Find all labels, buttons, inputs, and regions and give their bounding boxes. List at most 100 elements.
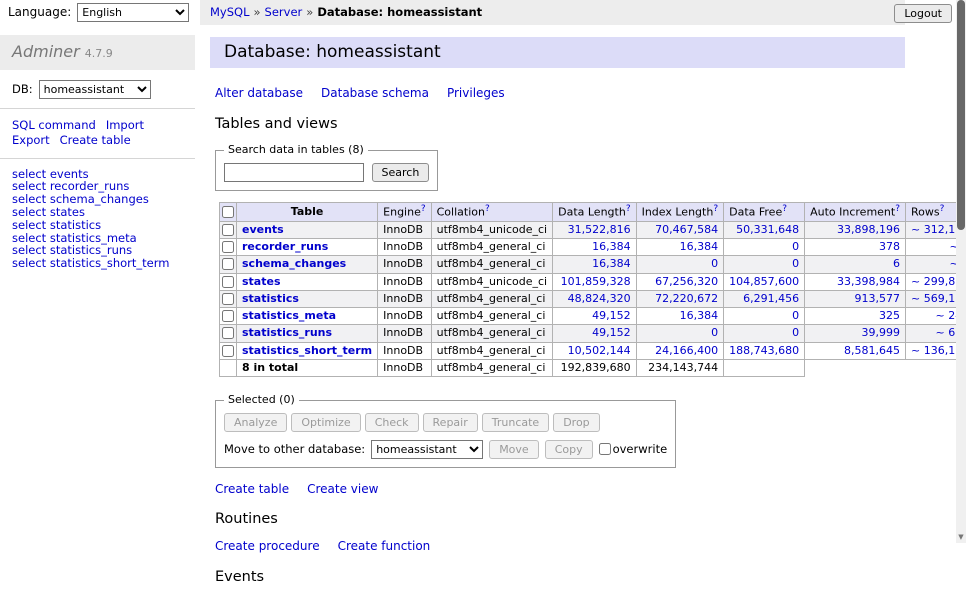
index-length-link[interactable]: 16,384 <box>680 240 719 253</box>
overwrite-checkbox[interactable] <box>599 443 611 455</box>
database-schema-link[interactable]: Database schema <box>321 86 429 100</box>
index-length-link[interactable]: 16,384 <box>680 309 719 322</box>
data-length-link[interactable]: 16,384 <box>592 257 631 270</box>
index-length-link[interactable]: 0 <box>711 326 718 339</box>
db-select[interactable]: homeassistant <box>39 80 151 99</box>
auto-increment-link[interactable]: 6 <box>893 257 900 270</box>
privileges-link[interactable]: Privileges <box>447 86 505 100</box>
auto-increment-link[interactable]: 913,577 <box>855 292 901 305</box>
data-free-cell: 0 <box>724 256 805 273</box>
table-name-link[interactable]: statistics_short_term <box>242 344 372 357</box>
scrollbar-thumb[interactable] <box>957 0 965 230</box>
breadcrumb-mysql-link[interactable]: MySQL <box>210 5 250 19</box>
data-length-link[interactable]: 31,522,816 <box>568 223 631 236</box>
table-name-link[interactable]: recorder_runs <box>242 240 328 253</box>
adminer-logo-link[interactable]: Adminer <box>12 42 80 61</box>
data-length-link[interactable]: 49,152 <box>592 326 631 339</box>
logout-area: Logout <box>894 4 952 23</box>
table-name-link[interactable]: statistics_runs <box>242 326 332 339</box>
index-length-link[interactable]: 72,220,672 <box>655 292 718 305</box>
data-length-link[interactable]: 16,384 <box>592 240 631 253</box>
sql-command-link[interactable]: SQL command <box>12 118 96 132</box>
check-button[interactable]: Check <box>365 413 419 432</box>
data-length-link[interactable]: 101,859,328 <box>561 275 631 288</box>
row-checkbox[interactable] <box>222 224 234 236</box>
help-link[interactable]: ? <box>485 204 490 214</box>
row-checkbox[interactable] <box>222 293 234 305</box>
sidebar: Adminer4.7.9 DB: homeassistant SQL comma… <box>0 35 195 279</box>
logout-button[interactable]: Logout <box>894 4 952 23</box>
data-free-link[interactable]: 0 <box>792 257 799 270</box>
create-procedure-link[interactable]: Create procedure <box>215 539 320 553</box>
index-length-link[interactable]: 0 <box>711 257 718 270</box>
engine-cell: InnoDB <box>378 325 431 342</box>
data-free-link[interactable]: 0 <box>792 240 799 253</box>
app-logo: Adminer4.7.9 <box>0 35 195 70</box>
drop-button[interactable]: Drop <box>553 413 599 432</box>
copy-button[interactable]: Copy <box>545 440 593 459</box>
create-table-link[interactable]: Create table <box>215 482 289 496</box>
help-link[interactable]: ? <box>626 204 631 214</box>
repair-button[interactable]: Repair <box>423 413 478 432</box>
data-length-link[interactable]: 48,824,320 <box>568 292 631 305</box>
auto-increment-link[interactable]: 39,999 <box>862 326 901 339</box>
help-link[interactable]: ? <box>940 204 945 214</box>
truncate-button[interactable]: Truncate <box>482 413 549 432</box>
search-input[interactable] <box>224 163 364 182</box>
auto-increment-link[interactable]: 33,398,984 <box>837 275 900 288</box>
alter-database-link[interactable]: Alter database <box>215 86 303 100</box>
index-length-cell: 16,384 <box>636 238 724 255</box>
selected-actions: AnalyzeOptimize CheckRepairTruncateDrop <box>224 413 667 432</box>
data-free-link[interactable]: 0 <box>792 326 799 339</box>
scrollbar[interactable]: ▼ <box>956 0 966 543</box>
row-checkbox[interactable] <box>222 258 234 270</box>
create-view-link[interactable]: Create view <box>307 482 378 496</box>
help-link[interactable]: ? <box>713 204 718 214</box>
optimize-button[interactable]: Optimize <box>291 413 360 432</box>
help-link[interactable]: ? <box>895 204 900 214</box>
help-link[interactable]: ? <box>782 204 787 214</box>
index-length-link[interactable]: 67,256,320 <box>655 275 718 288</box>
create-table-link[interactable]: Create table <box>60 133 131 147</box>
select-all-checkbox[interactable] <box>222 206 234 218</box>
overwrite-label: overwrite <box>613 442 668 457</box>
table-name-link[interactable]: events <box>242 223 284 236</box>
auto-increment-link[interactable]: 378 <box>879 240 900 253</box>
row-checkbox[interactable] <box>222 310 234 322</box>
table-name-link[interactable]: statistics_meta <box>242 309 336 322</box>
breadcrumb-server-link[interactable]: Server <box>265 5 303 19</box>
move-db-select[interactable]: homeassistant <box>371 440 483 459</box>
row-checkbox[interactable] <box>222 241 234 253</box>
data-free-link[interactable]: 104,857,600 <box>729 275 799 288</box>
row-checkbox[interactable] <box>222 276 234 288</box>
analyze-button[interactable]: Analyze <box>224 413 287 432</box>
auto-increment-link[interactable]: 33,898,196 <box>837 223 900 236</box>
create-function-link[interactable]: Create function <box>338 539 431 553</box>
auto-increment-link[interactable]: 8,581,645 <box>844 344 900 357</box>
index-length-link[interactable]: 24,166,400 <box>655 344 718 357</box>
index-length-link[interactable]: 70,467,584 <box>655 223 718 236</box>
table-name-link[interactable]: schema_changes <box>242 257 346 270</box>
col-header-collation: Collation? <box>431 202 552 221</box>
table-name-link[interactable]: states <box>242 275 281 288</box>
table-name-link[interactable]: statistics <box>242 292 299 305</box>
data-free-link[interactable]: 50,331,648 <box>736 223 799 236</box>
language-select[interactable]: English <box>77 3 189 22</box>
table-name-link[interactable]: statistics_short_term <box>50 256 170 270</box>
move-button[interactable]: Move <box>489 440 539 459</box>
export-link[interactable]: Export <box>12 133 50 147</box>
help-link[interactable]: ? <box>421 204 426 214</box>
overwrite-option[interactable]: overwrite <box>599 442 668 457</box>
search-button[interactable]: Search <box>372 163 430 182</box>
import-link[interactable]: Import <box>106 118 144 132</box>
data-length-link[interactable]: 49,152 <box>592 309 631 322</box>
data-free-link[interactable]: 6,291,456 <box>743 292 799 305</box>
select-link[interactable]: select <box>12 256 46 270</box>
data-length-link[interactable]: 10,502,144 <box>568 344 631 357</box>
row-checkbox[interactable] <box>222 345 234 357</box>
data-free-link[interactable]: 188,743,680 <box>729 344 799 357</box>
data-free-link[interactable]: 0 <box>792 309 799 322</box>
scrollbar-down-arrow[interactable]: ▼ <box>956 531 966 543</box>
row-checkbox[interactable] <box>222 327 234 339</box>
auto-increment-link[interactable]: 325 <box>879 309 900 322</box>
